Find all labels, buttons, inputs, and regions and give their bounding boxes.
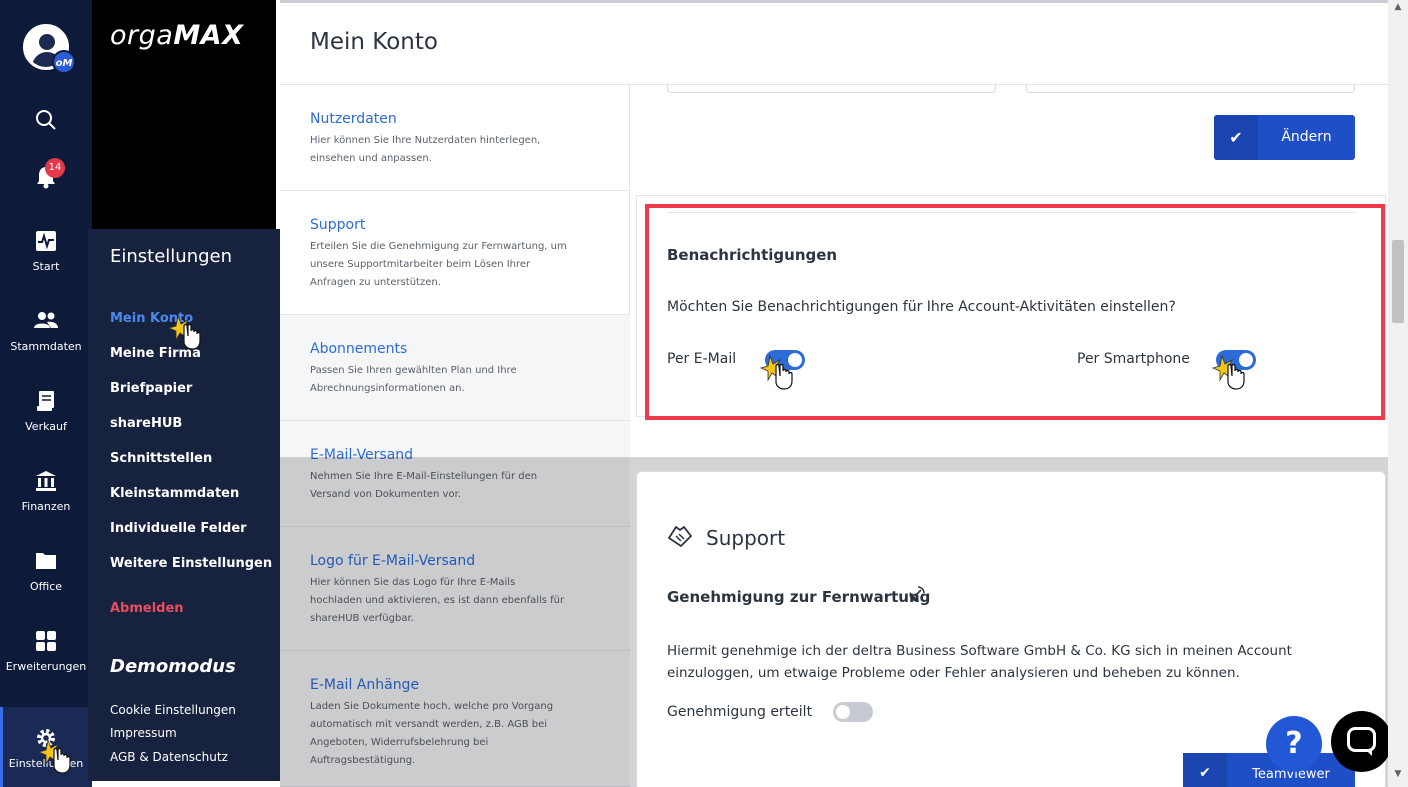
section-description: Passen Sie Ihren gewählten Plan und Ihre…	[310, 365, 517, 394]
section-title: Support	[310, 217, 366, 233]
cookie-settings-link[interactable]: Cookie Einstellungen	[110, 703, 236, 717]
remote-maintenance-text: Hiermit genehmige ich der deltra Busines…	[667, 643, 1292, 681]
logout-link[interactable]: Abmelden	[110, 601, 184, 616]
users-icon	[0, 310, 92, 334]
demo-mode-title: Demomodus	[110, 656, 236, 677]
imprint-link[interactable]: Impressum	[110, 726, 177, 740]
submenu-item-briefpapier[interactable]: Briefpapier	[110, 381, 192, 396]
submenu-item-schnittstellen[interactable]: Schnittstellen	[110, 451, 212, 466]
email-notification-label: Per E-Mail	[667, 351, 737, 367]
page-header: Mein Konto	[280, 0, 1388, 85]
submenu-item-weitere-einstellungen[interactable]: Weitere Einstellungen	[110, 556, 272, 571]
rail-label: Einstellungen	[8, 757, 84, 770]
smartphone-notification-label: Per Smartphone	[1077, 351, 1190, 367]
rail-item-finanzen[interactable]: Finanzen	[0, 470, 92, 513]
submenu-title: Einstellungen	[110, 246, 233, 267]
grid-icon	[0, 630, 92, 654]
rail-label: Verkauf	[25, 420, 67, 433]
rail-label: Stammdaten	[10, 340, 82, 353]
activity-icon	[0, 230, 92, 254]
remote-maintenance-title: Genehmigung zur Fernwartung	[667, 588, 931, 606]
notifications-question: Möchten Sie Benachrichtigungen für Ihre …	[667, 299, 1176, 315]
section-title: Nutzerdaten	[310, 111, 397, 127]
page-scrollbar[interactable]: ▲ ▼	[1388, 0, 1408, 787]
permission-granted-label: Genehmigung erteilt	[667, 704, 813, 720]
section-description: Hier können Sie Ihre Nutzerdaten hinterl…	[310, 135, 541, 164]
rail-item-erweiterungen[interactable]: Erweiterungen	[0, 630, 92, 673]
email-notification-toggle[interactable]	[765, 350, 805, 370]
rail-item-start[interactable]: Start	[0, 230, 92, 273]
scrollbar-thumb[interactable]	[1392, 240, 1404, 323]
support-title: Support	[706, 526, 786, 550]
notifications-card: Benachrichtigungen Möchten Sie Benachric…	[636, 195, 1386, 417]
rail-label: Start	[32, 260, 60, 273]
chat-button[interactable]	[1331, 711, 1392, 772]
change-button[interactable]: ✔ Ändern	[1214, 115, 1355, 160]
user-field-left[interactable]	[667, 85, 996, 93]
folder-icon	[0, 550, 92, 574]
notifications-heading: Benachrichtigungen	[667, 246, 838, 264]
section-support[interactable]: Support Erteilen Sie die Genehmigung zur…	[280, 191, 630, 315]
rail-item-verkauf[interactable]: Verkauf	[0, 390, 92, 433]
divider	[667, 212, 1355, 213]
rail-label: Office	[29, 580, 63, 593]
handshake-icon	[667, 524, 693, 553]
check-icon: ✔	[1183, 753, 1227, 787]
icon-rail: oM 14 Start Stammdaten Verkauf Finanzen …	[0, 0, 92, 787]
permission-granted-toggle[interactable]	[833, 702, 873, 722]
terms-privacy-link[interactable]: AGB & Datenschutz	[110, 750, 228, 764]
section-description: Erteilen Sie die Genehmigung zur Fernwar…	[310, 241, 567, 288]
submenu-item-mein-konto[interactable]: Mein Konto	[110, 311, 193, 326]
scroll-up-arrow[interactable]: ▲	[1388, 2, 1408, 18]
receipt-icon	[0, 390, 92, 414]
app-logo: orgaMAX	[110, 20, 244, 51]
page-title: Mein Konto	[310, 29, 438, 55]
submenu-item-meine-firma[interactable]: Meine Firma	[110, 346, 201, 361]
scroll-down-arrow[interactable]: ▼	[1388, 769, 1408, 785]
account-badge: oM	[52, 50, 76, 74]
rail-item-einstellungen[interactable]: Einstellungen	[0, 727, 92, 770]
rail-label: Erweiterungen	[5, 660, 87, 673]
section-abonnements[interactable]: Abonnements Passen Sie Ihren gewählten P…	[280, 315, 630, 421]
rail-item-office[interactable]: Office	[0, 550, 92, 593]
search-icon[interactable]	[0, 108, 92, 138]
section-title: Abonnements	[310, 341, 408, 357]
check-icon: ✔	[1214, 115, 1258, 160]
satellite-icon	[907, 586, 925, 608]
logo-panel: orgaMAX	[92, 0, 276, 229]
user-field-right[interactable]	[1026, 85, 1355, 93]
help-button[interactable]: ?	[1266, 716, 1322, 772]
gear-icon	[0, 727, 92, 751]
submenu-item-individuelle-felder[interactable]: Individuelle Felder	[110, 521, 247, 536]
submenu-item-sharehub[interactable]: shareHUB	[110, 416, 182, 431]
notification-count-badge: 14	[45, 158, 65, 178]
bank-icon	[0, 470, 92, 494]
section-nutzerdaten[interactable]: Nutzerdaten Hier können Sie Ihre Nutzerd…	[280, 85, 630, 191]
submenu-item-kleinstammdaten[interactable]: Kleinstammdaten	[110, 486, 239, 501]
rail-label: Finanzen	[21, 500, 71, 513]
rail-item-stammdaten[interactable]: Stammdaten	[0, 310, 92, 353]
smartphone-notification-toggle[interactable]	[1216, 350, 1256, 370]
settings-submenu: Einstellungen Mein Konto Meine Firma Bri…	[88, 229, 280, 781]
